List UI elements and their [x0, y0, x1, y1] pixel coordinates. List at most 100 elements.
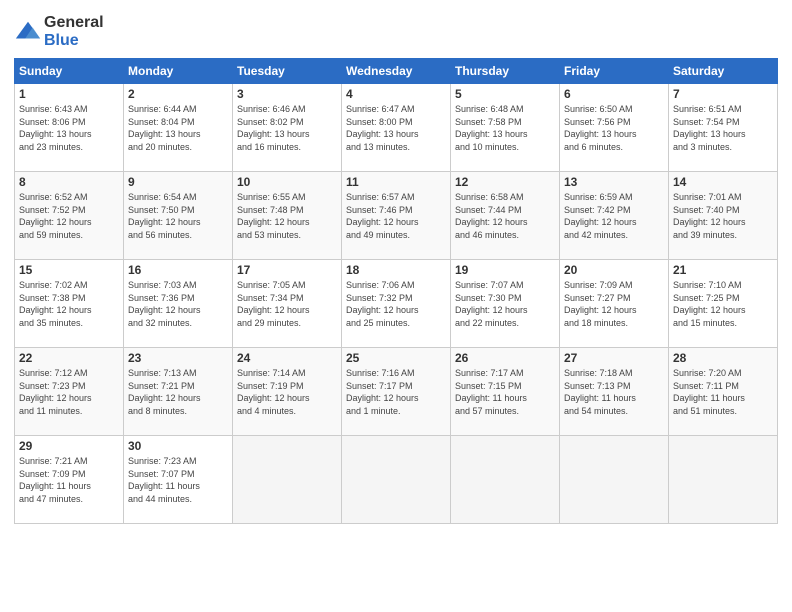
- cal-cell: 5 Sunrise: 6:48 AM Sunset: 7:58 PM Daylig…: [451, 84, 560, 172]
- day-info: Sunrise: 7:02 AM Sunset: 7:38 PM Dayligh…: [19, 279, 119, 329]
- day-info: Sunrise: 7:09 AM Sunset: 7:27 PM Dayligh…: [564, 279, 664, 329]
- cal-cell: [560, 436, 669, 524]
- day-info: Sunrise: 7:13 AM Sunset: 7:21 PM Dayligh…: [128, 367, 228, 417]
- cal-cell: 18 Sunrise: 7:06 AM Sunset: 7:32 PM Dayli…: [342, 260, 451, 348]
- cal-cell: 19 Sunrise: 7:07 AM Sunset: 7:30 PM Dayli…: [451, 260, 560, 348]
- day-number: 11: [346, 175, 446, 189]
- day-info: Sunrise: 7:07 AM Sunset: 7:30 PM Dayligh…: [455, 279, 555, 329]
- day-number: 16: [128, 263, 228, 277]
- day-info: Sunrise: 7:21 AM Sunset: 7:09 PM Dayligh…: [19, 455, 119, 505]
- day-number: 7: [673, 87, 773, 101]
- cal-cell: 20 Sunrise: 7:09 AM Sunset: 7:27 PM Dayli…: [560, 260, 669, 348]
- cal-cell: 28 Sunrise: 7:20 AM Sunset: 7:11 PM Dayli…: [669, 348, 778, 436]
- logo-icon: [14, 18, 42, 46]
- week-row-5: 29Sunrise: 7:21 AM Sunset: 7:09 PM Dayli…: [15, 436, 778, 524]
- cal-cell: 6Sunrise: 6:50 AM Sunset: 7:56 PM Daylig…: [560, 84, 669, 172]
- day-number: 22: [19, 351, 119, 365]
- day-number: 15: [19, 263, 119, 277]
- day-number: 14: [673, 175, 773, 189]
- cal-cell: 24 Sunrise: 7:14 AM Sunset: 7:19 PM Dayli…: [233, 348, 342, 436]
- day-number: 8: [19, 175, 119, 189]
- day-info: Sunrise: 6:54 AM Sunset: 7:50 PM Dayligh…: [128, 191, 228, 241]
- cal-cell: 14Sunrise: 7:01 AM Sunset: 7:40 PM Dayli…: [669, 172, 778, 260]
- day-info: Sunrise: 6:59 AM Sunset: 7:42 PM Dayligh…: [564, 191, 664, 241]
- day-info: Sunrise: 7:23 AM Sunset: 7:07 PM Dayligh…: [128, 455, 228, 505]
- day-info: Sunrise: 6:57 AM Sunset: 7:46 PM Dayligh…: [346, 191, 446, 241]
- cal-cell: 17Sunrise: 7:05 AM Sunset: 7:34 PM Dayli…: [233, 260, 342, 348]
- day-number: 10: [237, 175, 337, 189]
- day-number: 27: [564, 351, 664, 365]
- week-row-3: 15 Sunrise: 7:02 AM Sunset: 7:38 PM Dayli…: [15, 260, 778, 348]
- day-info: Sunrise: 6:47 AM Sunset: 8:00 PM Dayligh…: [346, 103, 446, 153]
- day-number: 2: [128, 87, 228, 101]
- day-number: 5: [455, 87, 555, 101]
- logo: General Blue: [14, 14, 104, 50]
- cal-cell: 23Sunrise: 7:13 AM Sunset: 7:21 PM Dayli…: [124, 348, 233, 436]
- day-info: Sunrise: 7:10 AM Sunset: 7:25 PM Dayligh…: [673, 279, 773, 329]
- cal-cell: 21 Sunrise: 7:10 AM Sunset: 7:25 PM Dayli…: [669, 260, 778, 348]
- day-number: 6: [564, 87, 664, 101]
- day-info: Sunrise: 6:51 AM Sunset: 7:54 PM Dayligh…: [673, 103, 773, 153]
- cal-cell: 4 Sunrise: 6:47 AM Sunset: 8:00 PM Daylig…: [342, 84, 451, 172]
- day-number: 26: [455, 351, 555, 365]
- cal-cell: 26 Sunrise: 7:17 AM Sunset: 7:15 PM Dayli…: [451, 348, 560, 436]
- cal-cell: 29Sunrise: 7:21 AM Sunset: 7:09 PM Dayli…: [15, 436, 124, 524]
- day-number: 25: [346, 351, 446, 365]
- week-row-2: 8 Sunrise: 6:52 AM Sunset: 7:52 PM Daylig…: [15, 172, 778, 260]
- day-info: Sunrise: 7:14 AM Sunset: 7:19 PM Dayligh…: [237, 367, 337, 417]
- col-header-monday: Monday: [124, 59, 233, 84]
- cal-cell: 13 Sunrise: 6:59 AM Sunset: 7:42 PM Dayli…: [560, 172, 669, 260]
- day-number: 18: [346, 263, 446, 277]
- cal-cell: 12Sunrise: 6:58 AM Sunset: 7:44 PM Dayli…: [451, 172, 560, 260]
- day-number: 28: [673, 351, 773, 365]
- col-header-sunday: Sunday: [15, 59, 124, 84]
- day-info: Sunrise: 6:48 AM Sunset: 7:58 PM Dayligh…: [455, 103, 555, 153]
- day-info: Sunrise: 6:44 AM Sunset: 8:04 PM Dayligh…: [128, 103, 228, 153]
- day-number: 17: [237, 263, 337, 277]
- cal-cell: [342, 436, 451, 524]
- cal-cell: [669, 436, 778, 524]
- day-number: 9: [128, 175, 228, 189]
- week-row-4: 22 Sunrise: 7:12 AM Sunset: 7:23 PM Dayli…: [15, 348, 778, 436]
- cal-cell: 30 Sunrise: 7:23 AM Sunset: 7:07 PM Dayli…: [124, 436, 233, 524]
- day-number: 3: [237, 87, 337, 101]
- day-number: 4: [346, 87, 446, 101]
- col-header-tuesday: Tuesday: [233, 59, 342, 84]
- day-number: 30: [128, 439, 228, 453]
- cal-cell: 22 Sunrise: 7:12 AM Sunset: 7:23 PM Dayli…: [15, 348, 124, 436]
- day-info: Sunrise: 7:17 AM Sunset: 7:15 PM Dayligh…: [455, 367, 555, 417]
- day-number: 13: [564, 175, 664, 189]
- cal-cell: 10 Sunrise: 6:55 AM Sunset: 7:48 PM Dayli…: [233, 172, 342, 260]
- col-header-friday: Friday: [560, 59, 669, 84]
- day-number: 19: [455, 263, 555, 277]
- day-info: Sunrise: 6:43 AM Sunset: 8:06 PM Dayligh…: [19, 103, 119, 153]
- day-info: Sunrise: 7:03 AM Sunset: 7:36 PM Dayligh…: [128, 279, 228, 329]
- col-header-thursday: Thursday: [451, 59, 560, 84]
- day-info: Sunrise: 7:12 AM Sunset: 7:23 PM Dayligh…: [19, 367, 119, 417]
- col-header-saturday: Saturday: [669, 59, 778, 84]
- cal-cell: 25 Sunrise: 7:16 AM Sunset: 7:17 PM Dayli…: [342, 348, 451, 436]
- day-info: Sunrise: 6:58 AM Sunset: 7:44 PM Dayligh…: [455, 191, 555, 241]
- cal-cell: 27Sunrise: 7:18 AM Sunset: 7:13 PM Dayli…: [560, 348, 669, 436]
- day-number: 21: [673, 263, 773, 277]
- day-info: Sunrise: 7:20 AM Sunset: 7:11 PM Dayligh…: [673, 367, 773, 417]
- cal-cell: 3 Sunrise: 6:46 AM Sunset: 8:02 PM Daylig…: [233, 84, 342, 172]
- day-number: 24: [237, 351, 337, 365]
- day-number: 20: [564, 263, 664, 277]
- day-info: Sunrise: 6:52 AM Sunset: 7:52 PM Dayligh…: [19, 191, 119, 241]
- cal-cell: 8 Sunrise: 6:52 AM Sunset: 7:52 PM Daylig…: [15, 172, 124, 260]
- week-row-1: 1 Sunrise: 6:43 AM Sunset: 8:06 PM Daylig…: [15, 84, 778, 172]
- cal-cell: [233, 436, 342, 524]
- day-number: 1: [19, 87, 119, 101]
- day-info: Sunrise: 7:16 AM Sunset: 7:17 PM Dayligh…: [346, 367, 446, 417]
- cal-cell: [451, 436, 560, 524]
- calendar-table: SundayMondayTuesdayWednesdayThursdayFrid…: [14, 58, 778, 524]
- cal-cell: 16 Sunrise: 7:03 AM Sunset: 7:36 PM Dayli…: [124, 260, 233, 348]
- day-info: Sunrise: 7:06 AM Sunset: 7:32 PM Dayligh…: [346, 279, 446, 329]
- header-row: SundayMondayTuesdayWednesdayThursdayFrid…: [15, 59, 778, 84]
- day-info: Sunrise: 6:46 AM Sunset: 8:02 PM Dayligh…: [237, 103, 337, 153]
- day-info: Sunrise: 6:55 AM Sunset: 7:48 PM Dayligh…: [237, 191, 337, 241]
- header: General Blue: [14, 10, 778, 50]
- cal-cell: 7 Sunrise: 6:51 AM Sunset: 7:54 PM Daylig…: [669, 84, 778, 172]
- logo-text: General Blue: [44, 14, 104, 50]
